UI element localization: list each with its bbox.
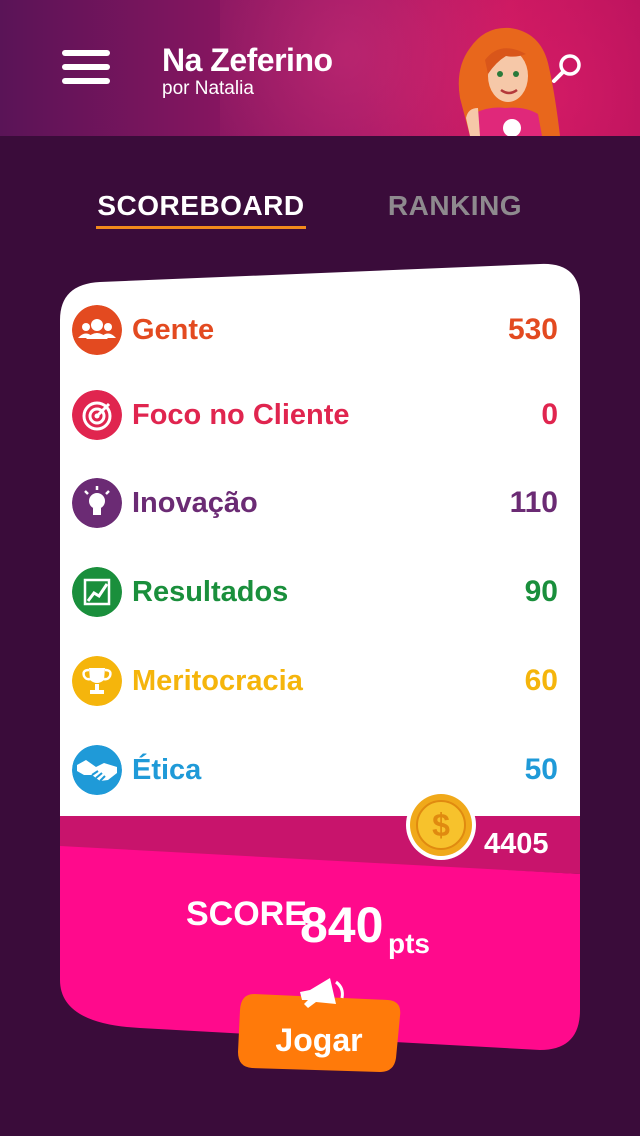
chart-icon bbox=[72, 567, 122, 617]
category-row-inovacao: Inovação 110 bbox=[72, 478, 558, 528]
category-label: Foco no Cliente bbox=[132, 399, 350, 431]
coins-value: 4405 bbox=[484, 828, 549, 860]
handshake-icon bbox=[72, 745, 122, 795]
category-value: 530 bbox=[507, 313, 558, 346]
category-label: Gente bbox=[132, 314, 215, 346]
score-value: 840 bbox=[300, 897, 384, 953]
megaphone-icon bbox=[300, 978, 344, 1008]
score-label: SCORE bbox=[186, 895, 307, 933]
target-icon bbox=[72, 390, 122, 440]
trophy-icon bbox=[72, 656, 122, 706]
lightbulb-icon bbox=[72, 478, 122, 528]
category-value: 110 bbox=[509, 486, 558, 519]
category-row-gente: Gente 530 bbox=[72, 305, 558, 355]
category-row-etica: Ética 50 bbox=[72, 745, 558, 795]
play-button-label[interactable]: Jogar bbox=[236, 1020, 402, 1060]
category-value: 90 bbox=[524, 575, 558, 608]
category-label: Resultados bbox=[132, 576, 289, 608]
svg-text:$: $ bbox=[432, 807, 450, 843]
category-value: 60 bbox=[524, 664, 558, 697]
category-row-foco-no-cliente: Foco no Cliente 0 bbox=[72, 390, 558, 440]
people-icon bbox=[72, 305, 122, 355]
category-label: Meritocracia bbox=[132, 665, 303, 697]
category-row-meritocracia: Meritocracia 60 bbox=[72, 656, 558, 706]
category-value: 50 bbox=[524, 753, 558, 786]
category-value: 0 bbox=[541, 398, 558, 431]
score-unit: pts bbox=[388, 928, 430, 959]
category-row-resultados: Resultados 90 bbox=[72, 567, 558, 617]
coin-icon: $ bbox=[406, 790, 476, 860]
category-label: Inovação bbox=[132, 487, 258, 519]
category-label: Ética bbox=[132, 754, 202, 786]
